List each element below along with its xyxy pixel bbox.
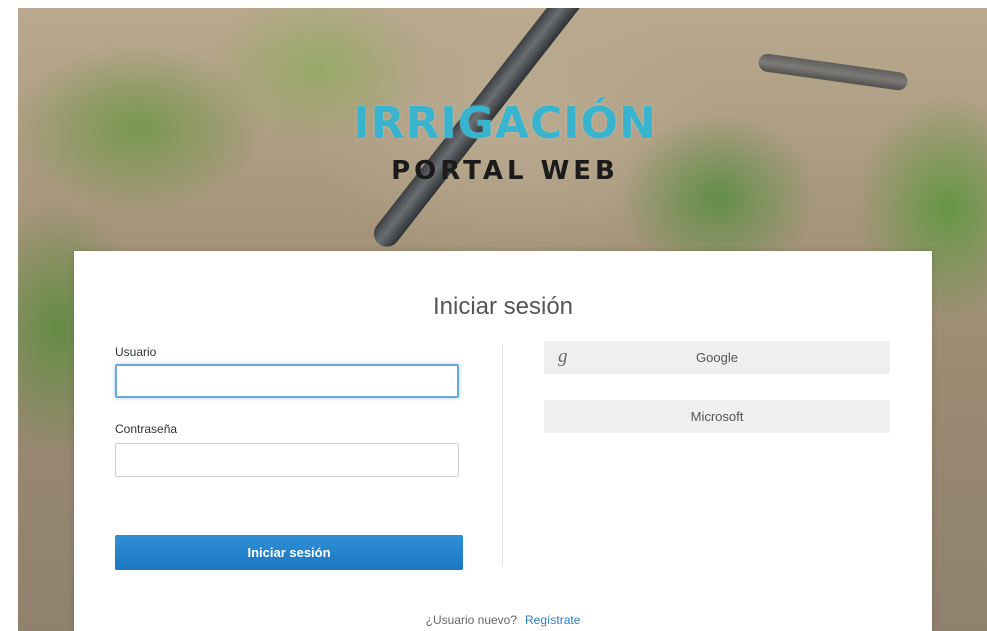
logo-subtitle: PORTAL WEB — [391, 156, 619, 186]
register-link[interactable]: Regístrate — [525, 613, 580, 627]
password-field[interactable] — [115, 443, 459, 477]
username-field[interactable] — [115, 364, 459, 398]
google-button-label: Google — [696, 350, 738, 365]
logo: IRRIGACIÓN PORTAL WEB — [350, 98, 660, 187]
microsoft-button-label: Microsoft — [690, 409, 744, 424]
username-label: Usuario — [115, 345, 157, 359]
footer: ¿Usuario nuevo? Regístrate — [74, 613, 932, 627]
logo-brand: IRRIGACIÓN — [353, 98, 657, 149]
page-title: Iniciar sesión — [432, 293, 574, 320]
google-login-button[interactable]: g Google — [544, 341, 890, 374]
login-button[interactable]: Iniciar sesión — [115, 535, 463, 570]
irrigation-hose-image — [757, 52, 909, 92]
new-user-text: ¿Usuario nuevo? — [425, 613, 518, 627]
google-icon: g — [558, 346, 568, 367]
login-card: Iniciar sesión Usuario Contraseña Inicia… — [74, 251, 932, 631]
password-label: Contraseña — [115, 422, 178, 436]
divider — [502, 344, 503, 566]
microsoft-login-button[interactable]: Microsoft — [544, 400, 890, 433]
